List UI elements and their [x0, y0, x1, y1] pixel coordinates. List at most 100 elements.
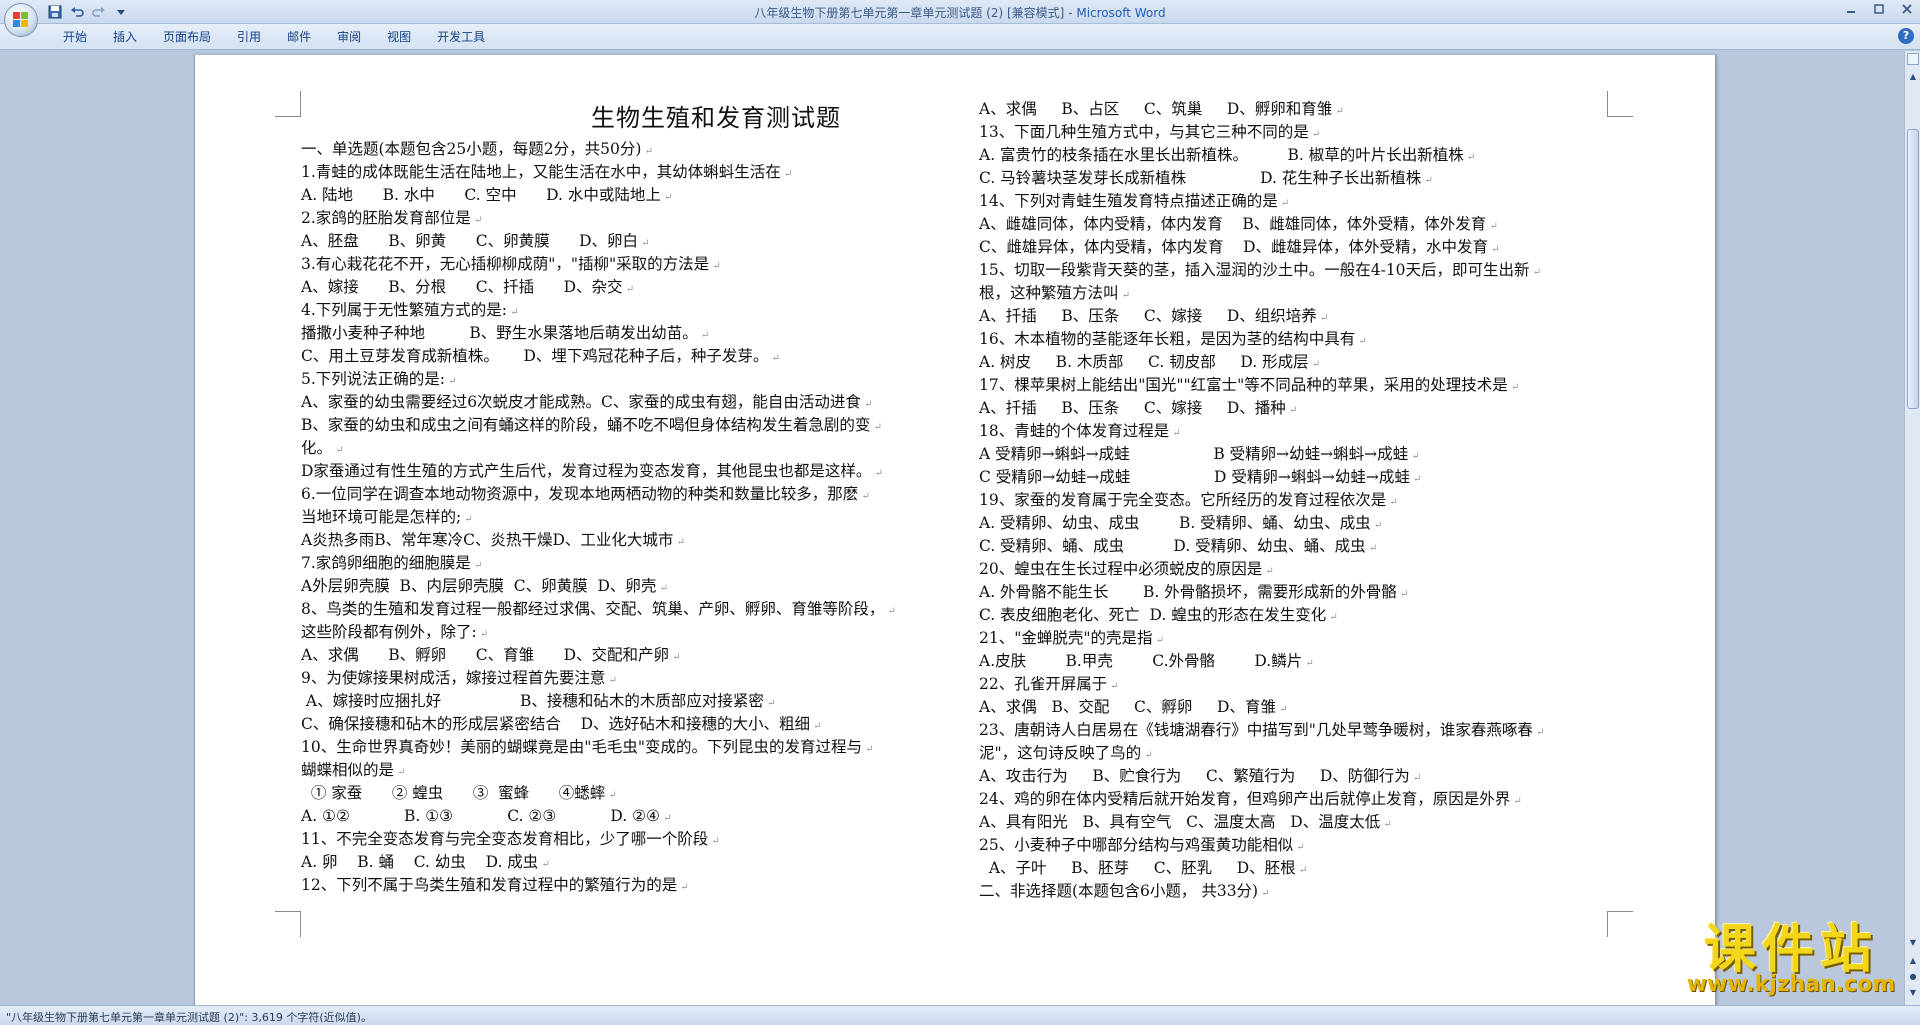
tab-review[interactable]: 审阅	[324, 29, 374, 45]
document-line: A、求偶 B、交配 C、孵卵 D、育雏	[979, 696, 1619, 719]
document-line: 14、下列对青蛙生殖发育特点描述正确的是	[979, 190, 1619, 213]
document-name: 八年级生物下册第七单元第一章单元测试题 (2) [兼容模式]	[754, 6, 1065, 20]
document-line: 11、不完全变态发育与完全变态发育相比，少了哪一个阶段	[301, 828, 951, 851]
document-line: 3.有心栽花花不开，无心插柳柳成荫"，"插柳"采取的方法是	[301, 253, 951, 276]
crop-mark-bottom-right	[1607, 911, 1633, 937]
minimize-icon[interactable]	[1842, 2, 1860, 20]
tab-home[interactable]: 开始	[50, 29, 100, 45]
status-bar: "八年级生物下册第七单元第一章单元测试题 (2)": 3,619 个字符(近似值…	[0, 1005, 1920, 1025]
document-line: 根，这种繁殖方法叫	[979, 282, 1619, 305]
document-line: C、确保接穗和砧木的形成层紧密结合 D、选好砧木和接穗的大小、粗细	[301, 713, 951, 736]
document-line: 19、家蚕的发育属于完全变态。它所经历的发育过程依次是	[979, 489, 1619, 512]
document-line: A、胚盘 B、卵黄 C、卵黄膜 D、卵白	[301, 230, 951, 253]
tab-page-layout[interactable]: 页面布局	[150, 29, 224, 45]
document-line: 17、棵苹果树上能结出"国光""红富士"等不同品种的苹果，采用的处理技术是	[979, 374, 1619, 397]
document-line: A. 富贵竹的枝条插在水里长出新植株。 B. 椒草的叶片长出新植株	[979, 144, 1619, 167]
tab-view[interactable]: 视图	[374, 29, 424, 45]
document-line: C. 表皮细胞老化、死亡 D. 蝗虫的形态在发生变化	[979, 604, 1619, 627]
document-line: 15、切取一段紫背天葵的茎，插入湿润的沙土中。一般在4-10天后，即可生出新	[979, 259, 1619, 282]
document-line: 24、鸡的卵在体内受精后就开始发育，但鸡卵产出后就停止发育，原因是外界	[979, 788, 1619, 811]
document-line: A、嫁接 B、分根 C、扦插 D、杂交	[301, 276, 951, 299]
office-logo-icon	[13, 12, 29, 28]
document-line: A、具有阳光 B、具有空气 C、温度太高 D、温度太低	[979, 811, 1619, 834]
document-line: A、求偶 B、孵卵 C、育雏 D、交配和产卵	[301, 644, 951, 667]
left-column: 生物生殖和发育测试题 一、单选题(本题包含25小题，每题2分，共50分)1.青蛙…	[301, 98, 951, 897]
scroll-up-icon[interactable]: ▲	[1906, 69, 1920, 85]
document-line: 20、蝗虫在生长过程中必须蜕皮的原因是	[979, 558, 1619, 581]
document-line: ① 家蚕 ② 蝗虫 ③ 蜜蜂 ④蟋蟀	[301, 782, 951, 805]
watermark-logo: 课件站	[1703, 920, 1878, 980]
tab-mailings[interactable]: 邮件	[274, 29, 324, 45]
crop-mark-bottom-left	[275, 911, 301, 937]
window-title: 八年级生物下册第七单元第一章单元测试题 (2) [兼容模式] - Microso…	[754, 6, 1166, 20]
watermark-url: www.kjzhan.com	[1686, 972, 1896, 997]
help-icon[interactable]: ?	[1898, 28, 1914, 44]
document-line: 13、下面几种生殖方式中，与其它三种不同的是	[979, 121, 1619, 144]
document-line: 这些阶段都有例外，除了:	[301, 621, 951, 644]
document-line: 当地环境可能是怎样的;	[301, 506, 951, 529]
document-line: A、家蚕的幼虫需要经过6次蜕皮才能成熟。C、家蚕的成虫有翅，能自由活动进食	[301, 391, 951, 414]
document-line: 21、"金蝉脱壳"的壳是指	[979, 627, 1619, 650]
document-line: 4.下列属于无性繁殖方式的是:	[301, 299, 951, 322]
document-line: A、子叶 B、胚芽 C、胚乳 D、胚根	[979, 857, 1619, 880]
document-line: A、扦插 B、压条 C、嫁接 D、组织培养	[979, 305, 1619, 328]
document-line: 12、下列不属于鸟类生殖和发育过程中的繁殖行为的是	[301, 874, 951, 897]
document-line: 7.家鸽卵细胞的细胞膜是	[301, 552, 951, 575]
document-line: A. ①② B. ①③ C. ②③ D. ②④	[301, 805, 951, 828]
document-line: A. 树皮 B. 木质部 C. 韧皮部 D. 形成层	[979, 351, 1619, 374]
document-line: 一、单选题(本题包含25小题，每题2分，共50分)	[301, 138, 951, 161]
document-line: C、雌雄异体，体内受精，体内发育 D、雌雄异体，体外受精，水中发育	[979, 236, 1619, 259]
document-line: 6.一位同学在调查本地动物资源中，发现本地两栖动物的种类和数量比较多，那麽	[301, 483, 951, 506]
document-line: A、求偶 B、占区 C、筑巢 D、孵卵和育雏	[979, 98, 1619, 121]
document-line: 蝴蝶相似的是	[301, 759, 951, 782]
close-icon[interactable]	[1898, 2, 1916, 20]
document-line: 23、唐朝诗人白居易在《钱塘湖春行》中描写到"几处早莺争暖树，谁家春燕啄春	[979, 719, 1619, 742]
document-line: 10、生命世界真奇妙！美丽的蝴蝶竟是由"毛毛虫"变成的。下列昆虫的发育过程与	[301, 736, 951, 759]
document-line: 1.青蛙的成体既能生活在陆地上，又能生活在水中，其幼体蝌蚪生活在	[301, 161, 951, 184]
document-line: A 受精卵→蝌蚪→成蛙 B 受精卵→幼蛙→蝌蚪→成蛙	[979, 443, 1619, 466]
tab-insert[interactable]: 插入	[100, 29, 150, 45]
document-line: A炎热多雨B、常年寒冷C、炎热干燥D、工业化大城市	[301, 529, 951, 552]
document-line: A. 卵 B. 蛹 C. 幼虫 D. 成虫	[301, 851, 951, 874]
right-column: A、求偶 B、占区 C、筑巢 D、孵卵和育雏13、下面几种生殖方式中，与其它三种…	[979, 98, 1619, 903]
document-line: 9、为使嫁接果树成活，嫁接过程首先要注意	[301, 667, 951, 690]
maximize-icon[interactable]	[1870, 2, 1888, 20]
document-line: C. 受精卵、蛹、成虫 D. 受精卵、幼虫、蛹、成虫	[979, 535, 1619, 558]
document-line: A、扦插 B、压条 C、嫁接 D、播种	[979, 397, 1619, 420]
site-watermark: 课件站 www.kjzhan.com	[1672, 922, 1910, 997]
document-line: 泥"，这句诗反映了鸟的	[979, 742, 1619, 765]
ribbon-tabs: 开始 插入 页面布局 引用 邮件 审阅 视图 开发工具	[50, 29, 498, 45]
title-bar: 八年级生物下册第七单元第一章单元测试题 (2) [兼容模式] - Microso…	[0, 0, 1920, 24]
document-line: 22、孔雀开屏属于	[979, 673, 1619, 696]
document-line: 化。	[301, 437, 951, 460]
document-line: C. 马铃薯块茎发芽长成新植株 D. 花生种子长出新植株	[979, 167, 1619, 190]
document-line: C、用土豆芽发育成新植株。 D、埋下鸡冠花种子后，种子发芽。	[301, 345, 951, 368]
status-text: "八年级生物下册第七单元第一章单元测试题 (2)": 3,619 个字符(近似值…	[6, 1011, 372, 1024]
document-line: 25、小麦种子中哪部分结构与鸡蛋黄功能相似	[979, 834, 1619, 857]
document-heading: 生物生殖和发育测试题	[591, 104, 841, 132]
tab-developer[interactable]: 开发工具	[424, 29, 498, 45]
document-line: B、家蚕的幼虫和成虫之间有蛹这样的阶段，蛹不吃不喝但身体结构发生着急剧的变	[301, 414, 951, 437]
document-line: A.皮肤 B.甲壳 C.外骨骼 D.鳞片	[979, 650, 1619, 673]
window-controls	[1842, 2, 1916, 20]
crop-mark-top-left	[275, 91, 301, 117]
document-line: A. 受精卵、幼虫、成虫 B. 受精卵、蛹、幼虫、成虫	[979, 512, 1619, 535]
document-line: A、雌雄同体，体内受精，体内发育 B、雌雄同体，体外受精，体外发育	[979, 213, 1619, 236]
document-line: 5.下列说法正确的是:	[301, 368, 951, 391]
ribbon: 开始 插入 页面布局 引用 邮件 审阅 视图 开发工具 ?	[0, 24, 1920, 50]
document-line: 播撒小麦种子种地 B、野生水果落地后萌发出幼苗。	[301, 322, 951, 345]
vertical-scrollbar[interactable]: ▲ ▼ ▲ ● ▼	[1904, 51, 1920, 1005]
document-line: A、嫁接时应捆扎好 B、接穗和砧木的木质部应对接紧密	[301, 690, 951, 713]
document-line: C 受精卵→幼蛙→成蛙 D 受精卵→蝌蚪→幼蛙→成蛙	[979, 466, 1619, 489]
office-button[interactable]	[4, 3, 38, 37]
document-line: A. 陆地 B. 水中 C. 空中 D. 水中或陆地上	[301, 184, 951, 207]
document-page[interactable]: 生物生殖和发育测试题 一、单选题(本题包含25小题，每题2分，共50分)1.青蛙…	[194, 55, 1716, 1005]
view-ruler-icon[interactable]	[1907, 53, 1919, 65]
document-line: 18、青蛙的个体发育过程是	[979, 420, 1619, 443]
document-line: 2.家鸽的胚胎发育部位是	[301, 207, 951, 230]
document-line: D家蚕通过有性生殖的方式产生后代，发育过程为变态发育，其他昆虫也都是这样。	[301, 460, 951, 483]
document-line: A外层卵壳膜 B、内层卵壳膜 C、卵黄膜 D、卵壳	[301, 575, 951, 598]
scroll-thumb[interactable]	[1907, 129, 1919, 409]
tab-references[interactable]: 引用	[224, 29, 274, 45]
document-line: A. 外骨骼不能生长 B. 外骨骼损坏，需要形成新的外骨骼	[979, 581, 1619, 604]
